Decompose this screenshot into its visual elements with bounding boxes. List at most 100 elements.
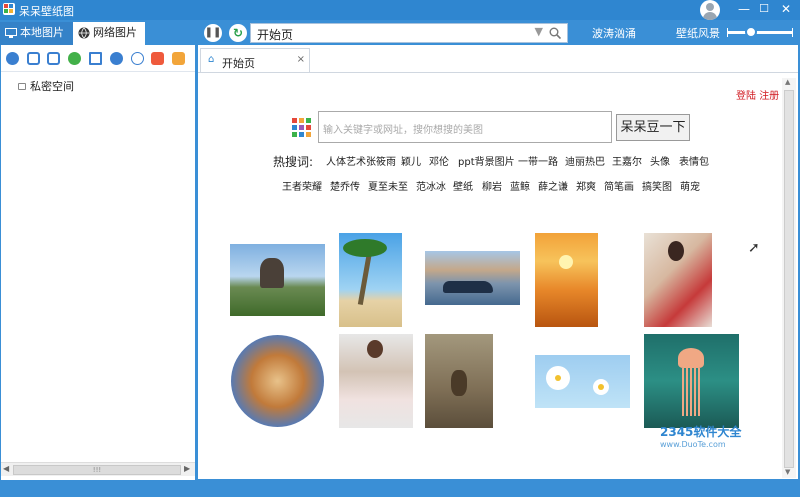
hot-word[interactable]: 迪丽热巴 bbox=[565, 153, 605, 168]
tab-divider bbox=[198, 72, 798, 73]
wallpaper-thumb-jellyfish[interactable] bbox=[644, 334, 739, 428]
hot-word[interactable]: 邓伦 bbox=[429, 153, 449, 168]
app-window: 呆呆壁纸图 — ☐ ✕ 本地图片 网络图片 ❚❚ ↻ 开始页 ▼ 波涛汹涌 壁纸… bbox=[0, 0, 800, 497]
user-avatar-icon[interactable] bbox=[700, 0, 720, 20]
watermark: 2345软件大全 www.DuoTe.com bbox=[660, 423, 800, 453]
mouse-cursor-icon: ➚ bbox=[748, 240, 760, 256]
hot-word[interactable]: ppt背景图片 bbox=[458, 153, 515, 168]
dropdown-arrow-icon[interactable]: ▼ bbox=[535, 25, 543, 38]
wallpaper-thumb-statue[interactable] bbox=[230, 244, 325, 316]
hot-word[interactable]: 头像 bbox=[650, 153, 670, 168]
watermark-top: 2345软件大全 bbox=[660, 425, 742, 439]
scroll-right-arrow-icon[interactable]: ▶ bbox=[184, 464, 190, 473]
hot-word[interactable]: 薛之谦 bbox=[538, 178, 568, 193]
tab-local-label: 本地图片 bbox=[20, 26, 64, 39]
page-tab-label: 开始页 bbox=[222, 57, 255, 70]
hot-word[interactable]: 夏至未至 bbox=[368, 178, 408, 193]
pause-button[interactable]: ❚❚ bbox=[204, 24, 222, 42]
wallpaper-thumb-painting[interactable] bbox=[230, 334, 325, 428]
import-icon[interactable] bbox=[27, 52, 40, 65]
search-button[interactable]: 呆呆豆一下 bbox=[616, 114, 690, 141]
share-icon[interactable] bbox=[131, 52, 144, 65]
zoom-slider[interactable] bbox=[727, 26, 793, 38]
scroll-grip: !!! bbox=[92, 466, 102, 474]
tab-network-label: 网络图片 bbox=[93, 26, 137, 39]
hot-word[interactable]: 范冰冰 bbox=[416, 178, 446, 193]
scroll-down-arrow-icon[interactable]: ▼ bbox=[785, 468, 790, 476]
hot-word[interactable]: 壁纸 bbox=[453, 178, 473, 193]
hot-word[interactable]: 搞笑图 bbox=[642, 178, 672, 193]
login-link[interactable]: 登陆 bbox=[736, 91, 756, 102]
maximize-button[interactable]: ☐ bbox=[753, 0, 775, 18]
image-search-input[interactable]: 输入关键字或网址，搜你想搜的美图 bbox=[318, 111, 612, 143]
window-title: 呆呆壁纸图 bbox=[19, 5, 74, 18]
wallpaper-thumb-daisies[interactable] bbox=[535, 355, 630, 408]
hot-word[interactable]: 萌宠 bbox=[680, 178, 700, 193]
link-wallpaper-scenery[interactable]: 壁纸风景 bbox=[676, 25, 720, 41]
address-value: 开始页 bbox=[257, 28, 294, 42]
scroll-up-arrow-icon[interactable]: ▲ bbox=[785, 78, 790, 86]
left-horizontal-scrollbar[interactable]: ◀ !!! ▶ bbox=[1, 462, 195, 476]
page-tab-start[interactable]: ⌂ 开始页 × bbox=[200, 48, 310, 73]
wallpaper-thumb-squirrel[interactable] bbox=[425, 334, 493, 428]
app-logo-icon bbox=[3, 3, 15, 15]
wallpaper-thumb-car[interactable] bbox=[425, 251, 520, 305]
hot-word[interactable]: 简笔画 bbox=[604, 178, 634, 193]
export-icon[interactable] bbox=[47, 52, 60, 65]
hot-word[interactable]: 表情包 bbox=[679, 153, 709, 168]
link-wave[interactable]: 波涛汹涌 bbox=[592, 25, 636, 41]
folder-icon[interactable] bbox=[172, 52, 185, 65]
hot-word[interactable]: 柳岩 bbox=[482, 178, 502, 193]
private-space-item[interactable]: 私密空间 bbox=[18, 78, 74, 94]
globe-icon bbox=[78, 27, 90, 39]
pause-icon: ❚❚ bbox=[204, 27, 222, 38]
hot-word[interactable]: 王者荣耀 bbox=[282, 178, 322, 193]
hot-word[interactable]: 王嘉尔 bbox=[612, 153, 642, 168]
page-scroll-thumb[interactable] bbox=[784, 90, 794, 468]
favorite-folder-icon[interactable] bbox=[151, 52, 164, 65]
monitor-icon bbox=[5, 28, 17, 38]
wallpaper-thumb-sunset[interactable] bbox=[535, 233, 598, 327]
hot-label: 热搜词: bbox=[273, 155, 314, 169]
slider-knob[interactable] bbox=[745, 26, 757, 38]
hot-word[interactable]: 一带一路 bbox=[518, 153, 558, 168]
title-bar: 呆呆壁纸图 — ☐ ✕ bbox=[0, 0, 800, 20]
search-icon[interactable] bbox=[549, 27, 561, 39]
tab-network-images[interactable]: 网络图片 bbox=[73, 22, 145, 45]
status-bar bbox=[0, 480, 800, 497]
hot-word[interactable]: 颖儿 bbox=[401, 153, 421, 168]
wallpaper-thumb-portrait[interactable] bbox=[644, 233, 712, 327]
refresh-icon: ↻ bbox=[232, 26, 244, 40]
wallpaper-thumb-model[interactable] bbox=[339, 334, 413, 428]
left-toolbar bbox=[1, 45, 195, 72]
close-button[interactable]: ✕ bbox=[775, 0, 797, 18]
home-icon: ⌂ bbox=[208, 54, 215, 65]
delete-icon[interactable] bbox=[89, 52, 102, 65]
private-space-label: 私密空间 bbox=[30, 80, 74, 93]
page-tab-close-icon[interactable]: × bbox=[297, 54, 305, 65]
search-placeholder: 输入关键字或网址，搜你想搜的美图 bbox=[323, 125, 483, 136]
edit-icon[interactable] bbox=[6, 52, 19, 65]
tab-local-images[interactable]: 本地图片 bbox=[0, 22, 73, 45]
watermark-bottom: www.DuoTe.com bbox=[660, 440, 726, 449]
play-icon[interactable] bbox=[68, 52, 81, 65]
register-link[interactable]: 注册 bbox=[759, 91, 779, 102]
auth-links: 登陆 注册 bbox=[736, 87, 779, 102]
lock-icon bbox=[18, 83, 26, 90]
page-vertical-scrollbar[interactable]: ▲ ▼ bbox=[782, 78, 796, 478]
address-bar[interactable]: 开始页 ▼ bbox=[250, 23, 568, 43]
hot-word[interactable]: 郑爽 bbox=[576, 178, 596, 193]
browser-panel: ⌂ 开始页 × 登陆 注册 输入关键字或网址，搜你想搜的美图 呆呆豆一下 热搜词… bbox=[198, 45, 798, 479]
wallpaper-thumb-palm-beach[interactable] bbox=[339, 233, 402, 327]
hot-word[interactable]: 蓝鲸 bbox=[510, 178, 530, 193]
main-toolbar: 本地图片 网络图片 ❚❚ ↻ 开始页 ▼ 波涛汹涌 壁纸风景 bbox=[0, 20, 800, 45]
settings-gear-icon[interactable] bbox=[110, 52, 123, 65]
left-panel: 私密空间 bbox=[1, 45, 195, 480]
scroll-left-arrow-icon[interactable]: ◀ bbox=[3, 464, 9, 473]
scroll-thumb[interactable]: !!! bbox=[13, 465, 181, 475]
minimize-button[interactable]: — bbox=[733, 0, 755, 18]
refresh-button[interactable]: ↻ bbox=[229, 24, 247, 42]
color-grid-icon bbox=[292, 118, 311, 137]
hot-word[interactable]: 楚乔传 bbox=[330, 178, 360, 193]
hot-word[interactable]: 人体艺术张筱雨 bbox=[326, 153, 396, 168]
